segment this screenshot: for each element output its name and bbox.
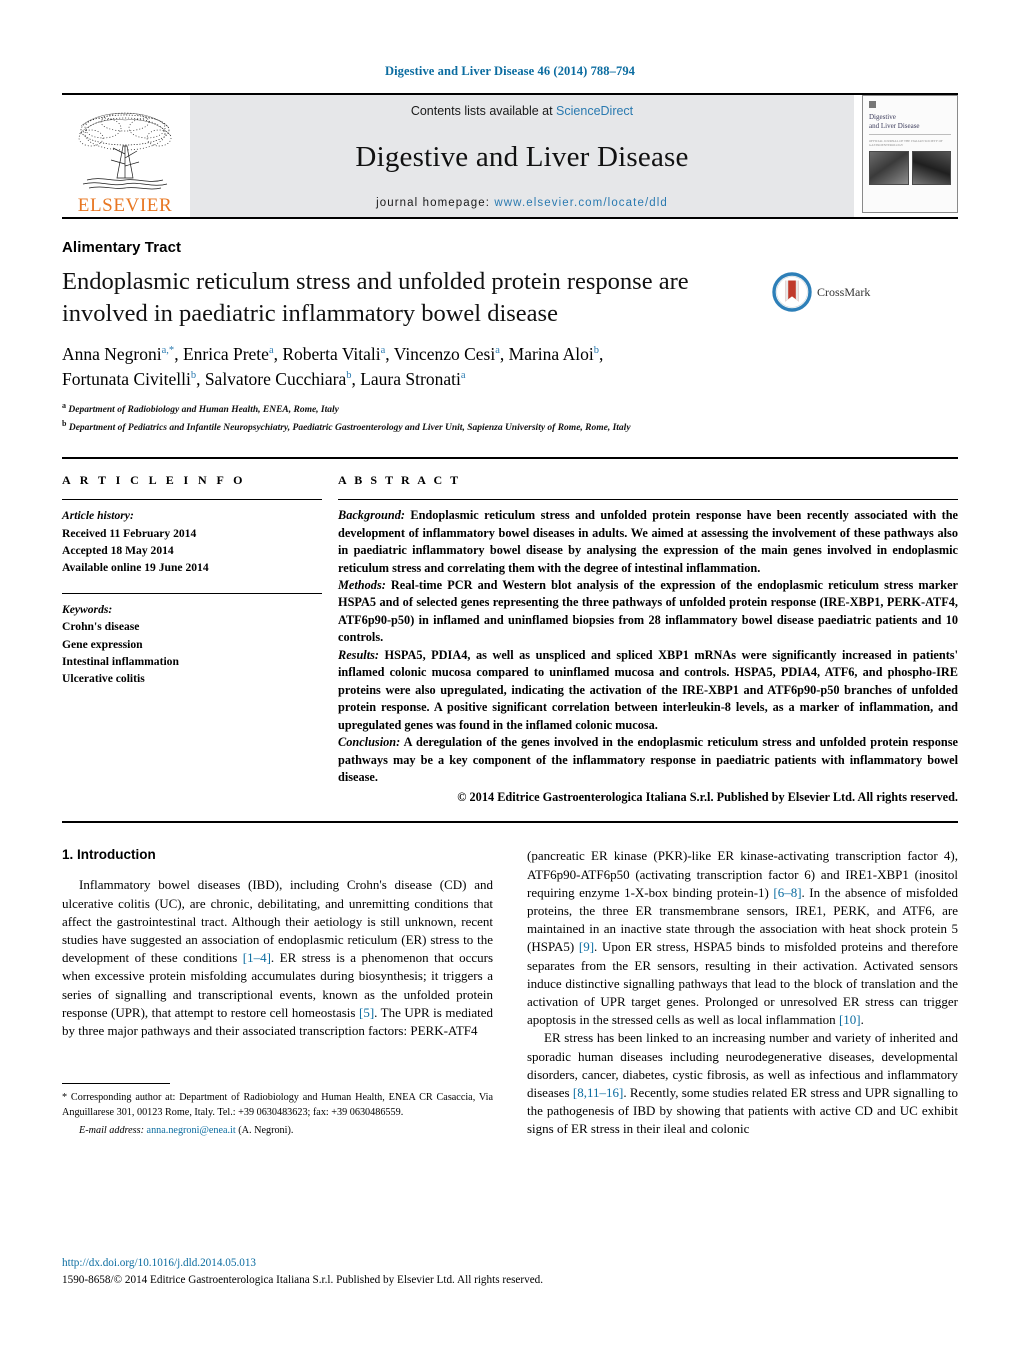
affiliation-item: a Department of Radiobiology and Human H… — [62, 401, 339, 416]
introduction-left-text: Inflammatory bowel diseases (IBD), inclu… — [62, 876, 493, 1040]
abstract-heading: A B S T R A C T — [338, 473, 461, 488]
paragraph: Inflammatory bowel diseases (IBD), inclu… — [62, 877, 493, 1038]
affiliation-list: a Department of Radiobiology and Human H… — [62, 400, 958, 435]
article-info-heading: A R T I C L E I N F O — [62, 473, 246, 488]
crossmark-icon — [772, 272, 812, 312]
citation-ref[interactable]: [6–8] — [773, 885, 801, 900]
keywords-rule — [62, 592, 322, 594]
abstract-copyright: © 2014 Editrice Gastroenterologica Itali… — [457, 790, 958, 805]
elsevier-tree-icon — [78, 112, 172, 190]
footnote-rule — [62, 1083, 170, 1085]
abstract-column: A B S T R A C T Background: Endoplasmic … — [338, 473, 958, 805]
cover-marker-icon — [869, 101, 876, 108]
history-item: Available online 19 June 2014 — [62, 561, 209, 575]
article-history-group: Article history: Received 11 February 20… — [62, 507, 322, 577]
author-list: Anna Negronia,*, Enrica Pretea, Roberta … — [62, 343, 604, 389]
introduction-right-text: (pancreatic ER kinase (PKR)-like ER kina… — [527, 847, 958, 1138]
paragraph: (pancreatic ER kinase (PKR)-like ER kina… — [527, 848, 958, 1028]
elsevier-wordmark: ELSEVIER — [77, 195, 173, 216]
body-column-left: 1. Introduction Inflammatory bowel disea… — [62, 847, 493, 1138]
running-head: Digestive and Liver Disease 46 (2014) 78… — [384, 64, 636, 78]
masthead-center-band: Contents lists available at ScienceDirec… — [190, 95, 854, 217]
keywords-label: Keywords: — [62, 602, 113, 616]
journal-homepage-line: journal homepage: www.elsevier.com/locat… — [376, 197, 668, 209]
abstract-results: Results: HSPA5, PDIA4, as well as unspli… — [338, 647, 958, 732]
journal-cover-thumbnail: Digestive and Liver Disease OFFICIAL JOU… — [862, 95, 958, 213]
crossmark-badge[interactable]: CrossMark — [772, 272, 870, 312]
abstract-body: Background: Endoplasmic reticulum stress… — [338, 507, 958, 786]
contents-available-line: Contents lists available at ScienceDirec… — [411, 104, 633, 118]
masthead-bottom-rule — [62, 217, 958, 219]
info-abstract-block: A R T I C L E I N F O Article history: R… — [62, 457, 958, 805]
email-link[interactable]: anna.negroni@enea.it — [147, 1125, 236, 1136]
keyword-item: Intestinal inflammation — [62, 654, 179, 668]
author-item: Roberta Vitalia — [282, 343, 386, 364]
author-item: Enrica Pretea — [182, 343, 274, 364]
citation-ref[interactable]: [8,11–16] — [573, 1085, 623, 1100]
body-column-right: (pancreatic ER kinase (PKR)-like ER kina… — [527, 847, 958, 1138]
journal-homepage-link[interactable]: www.elsevier.com/locate/dld — [494, 197, 668, 209]
author-item: Salvatore Cucchiarab — [204, 368, 352, 389]
author-item: Anna Negronia,* — [62, 343, 175, 364]
keyword-item: Gene expression — [62, 637, 143, 651]
cover-title: Digestive and Liver Disease — [869, 113, 920, 130]
cover-images — [869, 151, 951, 186]
article-info-rule — [62, 499, 322, 501]
issn-copyright-line: 1590-8658/© 2014 Editrice Gastroenterolo… — [62, 1274, 544, 1287]
citation-ref[interactable]: [1–4] — [243, 950, 271, 965]
body-columns: 1. Introduction Inflammatory bowel disea… — [62, 847, 958, 1138]
citation-ref[interactable]: [9] — [579, 939, 594, 954]
abstract-bottom-rule — [62, 821, 958, 824]
journal-article-page: Digestive and Liver Disease 46 (2014) 78… — [0, 0, 1020, 1351]
keyword-item: Ulcerative colitis — [62, 672, 145, 686]
article-history-label: Article history: — [62, 509, 134, 523]
footnote-block: * Corresponding author at: Department of… — [62, 1083, 493, 1138]
sciencedirect-link[interactable]: ScienceDirect — [556, 104, 633, 118]
abstract-conclusion: Conclusion: A deregulation of the genes … — [338, 735, 958, 784]
corresponding-author-note: * Corresponding author at: Department of… — [62, 1091, 493, 1138]
page-footer: http://dx.doi.org/10.1016/j.dld.2014.05.… — [62, 1255, 958, 1289]
cover-divider — [869, 133, 951, 135]
journal-title: Digestive and Liver Disease — [355, 141, 689, 173]
history-item: Accepted 18 May 2014 — [62, 543, 174, 557]
abstract-background: Background: Endoplasmic reticulum stress… — [338, 508, 958, 575]
paragraph: ER stress has been linked to an increasi… — [527, 1030, 958, 1137]
abstract-methods: Methods: Real-time PCR and Western blot … — [338, 578, 958, 645]
citation-ref[interactable]: [10] — [839, 1012, 861, 1027]
homepage-prefix: journal homepage: — [376, 197, 495, 209]
introduction-heading: 1. Introduction — [62, 847, 156, 863]
article-info-column: A R T I C L E I N F O Article history: R… — [62, 473, 338, 805]
page-title: Endoplasmic reticulum stress and unfolde… — [62, 268, 689, 327]
author-item: Fortunata Civitellib — [62, 368, 197, 389]
journal-masthead: ELSEVIER Contents lists available at Sci… — [62, 93, 958, 217]
contents-prefix: Contents lists available at — [410, 104, 557, 118]
email-note: E-mail address: anna.negroni@enea.it (A.… — [79, 1124, 294, 1136]
title-row: Endoplasmic reticulum stress and unfolde… — [62, 266, 958, 330]
doi-link[interactable]: http://dx.doi.org/10.1016/j.dld.2014.05.… — [62, 1255, 958, 1272]
author-item: Vincenzo Cesia — [393, 343, 500, 364]
article-section-label: Alimentary Tract — [62, 239, 182, 256]
cover-image-right — [911, 151, 951, 186]
citation-ref[interactable]: [5] — [359, 1005, 374, 1020]
author-item: Marina Aloib — [508, 343, 599, 364]
author-item: Laura Stronatia — [360, 368, 466, 389]
cover-image-left — [869, 151, 909, 186]
affiliation-item: b Department of Pediatrics and Infantile… — [62, 418, 631, 433]
keyword-item: Crohn's disease — [62, 620, 140, 634]
cover-subtitle: OFFICIAL JOURNAL OF THE ITALIAN SOCIETY … — [869, 138, 943, 147]
abstract-rule — [338, 499, 958, 501]
elsevier-logo: ELSEVIER — [62, 95, 188, 217]
keywords-group: Keywords: Crohn's disease Gene expressio… — [62, 601, 322, 688]
crossmark-label: CrossMark — [817, 284, 871, 299]
history-item: Received 11 February 2014 — [62, 526, 197, 540]
